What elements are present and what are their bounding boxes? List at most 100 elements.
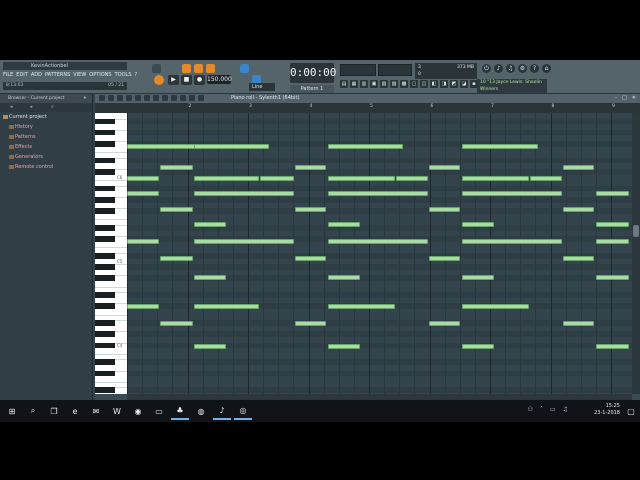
metronome-icon[interactable] bbox=[206, 64, 215, 73]
explorer-icon[interactable]: ▭ bbox=[150, 402, 168, 420]
midi-note[interactable] bbox=[529, 175, 563, 181]
midi-note[interactable] bbox=[193, 343, 226, 349]
delete-icon[interactable] bbox=[126, 95, 132, 101]
midi-note[interactable] bbox=[563, 165, 595, 171]
magnet-icon[interactable] bbox=[189, 95, 195, 101]
midi-note[interactable] bbox=[193, 238, 294, 244]
midi-note[interactable] bbox=[327, 303, 395, 309]
notification-icon[interactable]: ▢ bbox=[622, 402, 640, 420]
midi-note[interactable] bbox=[395, 175, 428, 181]
mixer-icon[interactable]: ⚙ bbox=[518, 64, 527, 73]
browser-back-icon[interactable]: ◂ bbox=[10, 103, 13, 112]
pat-toggle-icon[interactable] bbox=[154, 75, 164, 85]
menu-item-patterns[interactable]: PATTERNS bbox=[45, 72, 70, 78]
piano-keyboard[interactable]: C6 C5 C4 bbox=[95, 113, 127, 394]
zoom-icon[interactable] bbox=[162, 95, 168, 101]
midi-note[interactable] bbox=[193, 144, 270, 150]
view-icon-11[interactable]: ◨ bbox=[440, 80, 448, 88]
menu-item-options[interactable]: OPTIONS bbox=[89, 72, 111, 78]
word-icon[interactable]: W bbox=[108, 402, 126, 420]
black-key[interactable] bbox=[95, 141, 115, 147]
view-icon-9[interactable]: ◫ bbox=[420, 80, 428, 88]
view-icon-12[interactable]: ◩ bbox=[450, 80, 458, 88]
chevron-up-icon[interactable]: ˄ bbox=[540, 406, 543, 413]
midi-note[interactable] bbox=[596, 343, 629, 349]
midi-note[interactable] bbox=[327, 144, 404, 150]
midi-note[interactable] bbox=[327, 190, 428, 196]
browser-view-icon[interactable]: ▸ bbox=[31, 103, 34, 112]
chrome-icon[interactable]: ◍ bbox=[192, 402, 210, 420]
midi-note[interactable] bbox=[428, 320, 461, 326]
midi-note[interactable] bbox=[596, 190, 629, 196]
obs-icon[interactable]: ◎ bbox=[234, 402, 252, 420]
fl-studio-2-icon[interactable]: ♪ bbox=[213, 402, 231, 420]
plugin-icon[interactable]: ⌂ bbox=[542, 64, 551, 73]
midi-note[interactable] bbox=[193, 303, 260, 309]
record-button[interactable]: ● bbox=[194, 75, 205, 85]
black-key[interactable] bbox=[95, 275, 115, 281]
record-mode-icon[interactable] bbox=[182, 64, 191, 73]
midi-note[interactable] bbox=[160, 255, 193, 261]
maximize-icon[interactable]: □ bbox=[622, 94, 627, 103]
black-key[interactable] bbox=[95, 264, 115, 270]
midi-note[interactable] bbox=[327, 238, 428, 244]
channel-rack-icon[interactable]: ♫ bbox=[506, 64, 515, 73]
browser-item[interactable]: Current project bbox=[0, 112, 92, 122]
midi-note[interactable] bbox=[462, 343, 495, 349]
menu-item-add[interactable]: ADD bbox=[31, 72, 42, 78]
midi-note[interactable] bbox=[428, 165, 461, 171]
piano-roll-icon[interactable]: ♪ bbox=[494, 64, 503, 73]
midi-note[interactable] bbox=[193, 190, 294, 196]
midi-note[interactable] bbox=[294, 255, 326, 261]
view-icon-10[interactable]: ◧ bbox=[430, 80, 438, 88]
stamp-icon[interactable] bbox=[198, 95, 204, 101]
black-key[interactable] bbox=[95, 342, 115, 349]
midi-note[interactable] bbox=[462, 175, 529, 181]
midi-note[interactable] bbox=[294, 320, 326, 326]
browser-menu-icon[interactable]: ▾ bbox=[84, 94, 86, 103]
black-key[interactable] bbox=[95, 157, 115, 164]
black-key[interactable] bbox=[95, 292, 115, 298]
stop-button[interactable]: ■ bbox=[181, 75, 192, 85]
black-key[interactable] bbox=[95, 118, 115, 125]
browser-item[interactable]: Patterns bbox=[0, 132, 92, 142]
view-icon-3[interactable]: ▥ bbox=[360, 80, 368, 88]
view-icon-8[interactable]: ▢ bbox=[410, 80, 418, 88]
tempo-display[interactable]: 150.000 bbox=[207, 75, 232, 84]
view-icon-6[interactable]: ▨ bbox=[390, 80, 398, 88]
media-icon[interactable]: ◉ bbox=[129, 402, 147, 420]
black-key[interactable] bbox=[95, 129, 115, 136]
playlist-icon[interactable]: ⏻ bbox=[482, 64, 491, 73]
mail-icon[interactable]: ✉ bbox=[87, 402, 105, 420]
midi-note[interactable] bbox=[596, 274, 629, 280]
news-panel[interactable]: 10 "13 Jayce Lewis: Shaolin Winners bbox=[477, 79, 547, 93]
midi-note[interactable] bbox=[596, 222, 629, 227]
pencil-icon[interactable] bbox=[108, 95, 114, 101]
midi-note[interactable] bbox=[462, 303, 529, 309]
browser-item[interactable]: Generators bbox=[0, 152, 92, 162]
midi-note[interactable] bbox=[428, 207, 461, 213]
mute-icon[interactable] bbox=[135, 95, 141, 101]
midi-note[interactable] bbox=[428, 255, 461, 261]
countdown-icon[interactable] bbox=[194, 64, 203, 73]
note-grid[interactable] bbox=[127, 113, 632, 394]
play-button[interactable]: ▶ bbox=[168, 75, 179, 85]
midi-note[interactable] bbox=[327, 343, 361, 349]
select-icon[interactable] bbox=[153, 95, 159, 101]
browser-item[interactable]: History bbox=[0, 122, 92, 132]
midi-note[interactable] bbox=[294, 207, 326, 213]
snap-select[interactable]: Line bbox=[249, 83, 275, 91]
slice-icon[interactable] bbox=[144, 95, 150, 101]
task-view-icon[interactable]: ❐ bbox=[45, 402, 63, 420]
browser-item[interactable]: Effects bbox=[0, 142, 92, 152]
midi-note[interactable] bbox=[563, 255, 595, 261]
black-key[interactable] bbox=[95, 197, 115, 203]
black-key[interactable] bbox=[95, 253, 115, 259]
midi-note[interactable] bbox=[160, 207, 193, 213]
midi-note[interactable] bbox=[260, 175, 294, 181]
paint-icon[interactable] bbox=[117, 95, 123, 101]
midi-note[interactable] bbox=[462, 144, 538, 150]
midi-note[interactable] bbox=[462, 190, 563, 196]
midi-note[interactable] bbox=[127, 303, 160, 309]
midi-note[interactable] bbox=[127, 175, 160, 181]
